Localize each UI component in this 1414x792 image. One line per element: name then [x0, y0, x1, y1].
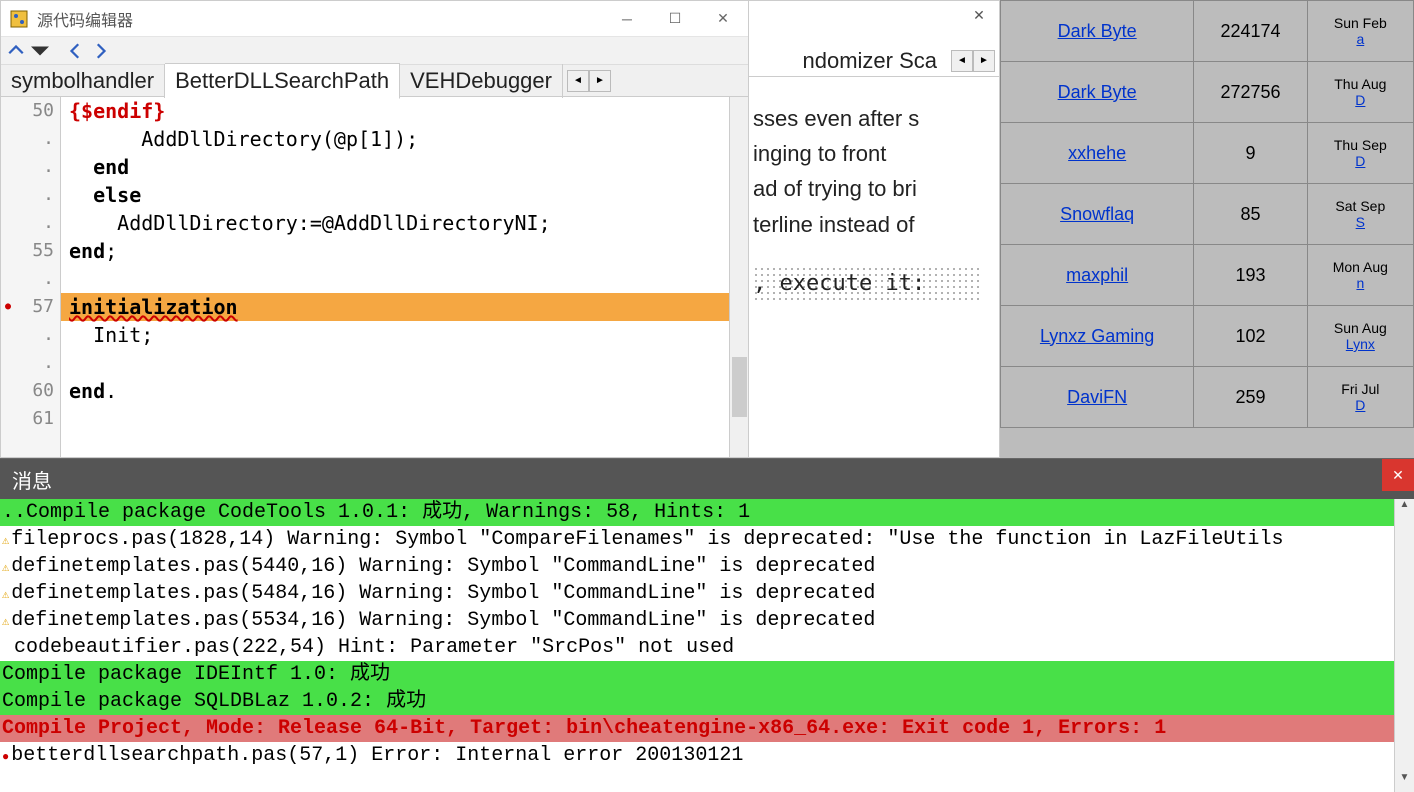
line-gutter: 50....55.57..6061 [1, 97, 61, 457]
tab-scroll-right[interactable]: ► [589, 70, 611, 92]
table-row: Dark Byte 272756Thu AugD [1001, 62, 1414, 123]
message-line[interactable]: Compile Project, Mode: Release 64-Bit, T… [0, 715, 1414, 742]
forum-count: 9 [1194, 123, 1307, 184]
forum-table: Dark Byte 224174Sun Feba Dark Byte 272756Th… [1000, 0, 1414, 428]
forum-date: Fri JulD [1307, 367, 1413, 428]
close-button[interactable]: ✕ [713, 9, 733, 29]
forum-user-link[interactable]: Dark Byte [1058, 21, 1137, 41]
forum-user-link[interactable]: Lynxz Gaming [1040, 326, 1154, 346]
titlebar: 源代码编辑器 ─ ☐ ✕ [1, 1, 749, 37]
forum-count: 259 [1194, 367, 1307, 428]
nav-forward-icon[interactable] [91, 42, 109, 60]
forum-count: 85 [1194, 184, 1307, 245]
side-close-button[interactable]: ✕ [969, 7, 989, 27]
editor-tabbar: symbolhandler BetterDLLSearchPath VEHDeb… [1, 65, 749, 97]
scroll-up-icon[interactable]: ▲ [1395, 499, 1414, 519]
window-title: 源代码编辑器 [37, 7, 617, 31]
messages-title: 消息 [12, 465, 52, 494]
messages-scrollbar[interactable]: ▲ ▼ [1394, 499, 1414, 792]
nav-back-icon[interactable] [67, 42, 85, 60]
nav-up-icon[interactable] [7, 42, 25, 60]
message-line[interactable]: fileprocs.pas(1828,14) Warning: Symbol "… [0, 526, 1414, 553]
tab-symbolhandler[interactable]: symbolhandler [1, 64, 165, 98]
forum-date: Sat SepS [1307, 184, 1413, 245]
side-tab[interactable]: ndomizer Sca [792, 44, 947, 78]
forum-date: Sun Feba [1307, 1, 1413, 62]
tab-vehdebugger[interactable]: VEHDebugger [400, 64, 563, 98]
forum-count: 193 [1194, 245, 1307, 306]
toolbar [1, 37, 749, 65]
forum-count: 102 [1194, 306, 1307, 367]
forum-user-link[interactable]: Snowflaq [1060, 204, 1134, 224]
message-line[interactable]: definetemplates.pas(5534,16) Warning: Sy… [0, 607, 1414, 634]
table-row: Dark Byte 224174Sun Feba [1001, 1, 1414, 62]
tab-scroll-left[interactable]: ◄ [567, 70, 589, 92]
maximize-button[interactable]: ☐ [665, 9, 685, 29]
forum-user-link[interactable]: xxhehe [1068, 143, 1126, 163]
forum-count: 272756 [1194, 62, 1307, 123]
minimize-button[interactable]: ─ [617, 9, 637, 29]
forum-user-link[interactable]: maxphil [1066, 265, 1128, 285]
side-window: ✕ ndomizer Sca ◄ ► sses even after s ing… [748, 0, 1000, 458]
messages-close-button[interactable]: ✕ [1382, 459, 1414, 491]
side-tab-left[interactable]: ◄ [951, 50, 973, 72]
nav-dropdown-icon[interactable] [31, 42, 49, 60]
messages-header: 消息 ✕ [0, 459, 1414, 499]
table-row: xxhehe 9Thu SepD [1001, 123, 1414, 184]
forum-date: Thu AugD [1307, 62, 1413, 123]
table-row: Snowflaq 85Sat SepS [1001, 184, 1414, 245]
forum-count: 224174 [1194, 1, 1307, 62]
table-row: DaviFN 259Fri JulD [1001, 367, 1414, 428]
table-row: Lynxz Gaming 102Sun AugLynx [1001, 306, 1414, 367]
message-line[interactable]: Compile package IDEIntf 1.0: 成功 [0, 661, 1414, 688]
message-line[interactable]: definetemplates.pas(5440,16) Warning: Sy… [0, 553, 1414, 580]
app-icon [9, 9, 29, 29]
side-tab-right[interactable]: ► [973, 50, 995, 72]
message-line[interactable]: codebeautifier.pas(222,54) Hint: Paramet… [0, 634, 1414, 661]
forum-user-link[interactable]: Dark Byte [1058, 82, 1137, 102]
tab-betterdllsearchpath[interactable]: BetterDLLSearchPath [165, 63, 400, 99]
forum-date: Mon Augn [1307, 245, 1413, 306]
message-line[interactable]: ..Compile package CodeTools 1.0.1: 成功, W… [0, 499, 1414, 526]
editor-scrollbar[interactable] [729, 97, 749, 457]
message-line[interactable]: betterdllsearchpath.pas(57,1) Error: Int… [0, 742, 1414, 769]
table-row: maxphil 193Mon Augn [1001, 245, 1414, 306]
side-content: sses even after s inging to front ad of … [749, 101, 979, 457]
forum-user-link[interactable]: DaviFN [1067, 387, 1127, 407]
message-line[interactable]: Compile package SQLDBLaz 1.0.2: 成功 [0, 688, 1414, 715]
code-editor[interactable]: {$endif} AddDllDirectory(@p[1]); end els… [61, 97, 729, 457]
ide-window: 源代码编辑器 ─ ☐ ✕ symbolhandler BetterDLLSear… [0, 0, 750, 458]
scroll-thumb[interactable] [732, 357, 747, 417]
forum-date: Sun AugLynx [1307, 306, 1413, 367]
forum-date: Thu SepD [1307, 123, 1413, 184]
scroll-down-icon[interactable]: ▼ [1395, 772, 1414, 792]
messages-panel: 消息 ✕ ..Compile package CodeTools 1.0.1: … [0, 458, 1414, 792]
messages-body[interactable]: ..Compile package CodeTools 1.0.1: 成功, W… [0, 499, 1414, 769]
message-line[interactable]: definetemplates.pas(5484,16) Warning: Sy… [0, 580, 1414, 607]
